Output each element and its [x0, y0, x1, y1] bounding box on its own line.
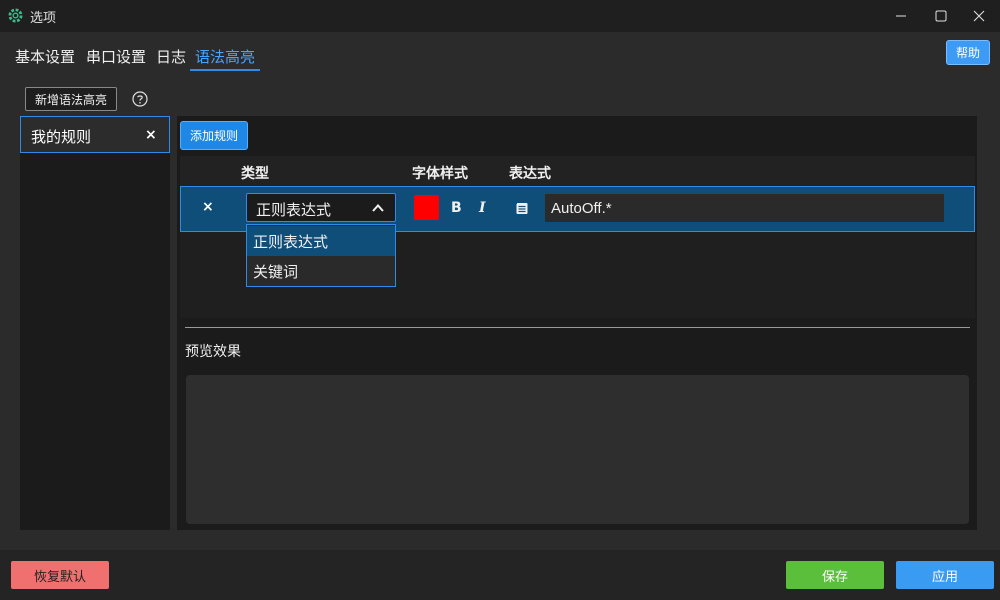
tab-syntax-highlight[interactable]: 语法高亮	[195, 46, 255, 67]
tab-log[interactable]: 日志	[156, 46, 186, 67]
minimize-icon	[896, 15, 906, 17]
preview-area	[186, 375, 969, 524]
title-bar: 选项	[0, 0, 1000, 32]
remove-highlight-set-button[interactable]: ×	[145, 127, 157, 143]
chevron-up-icon	[372, 204, 384, 212]
tab-basic-settings[interactable]: 基本设置	[15, 46, 75, 67]
expression-input[interactable]	[545, 194, 944, 222]
gear-icon	[8, 8, 23, 23]
add-rule-button[interactable]: 添加规则	[180, 121, 248, 150]
divider	[185, 327, 970, 328]
dropdown-option-regex[interactable]: 正则表达式	[247, 226, 395, 256]
apply-button[interactable]: 应用	[896, 561, 994, 589]
document-icon[interactable]	[514, 201, 530, 216]
question-icon[interactable]	[132, 91, 148, 107]
maximize-icon	[935, 10, 947, 22]
column-header-type: 类型	[241, 166, 269, 182]
active-tab-indicator	[190, 69, 260, 71]
save-button[interactable]: 保存	[786, 561, 884, 589]
highlight-set-label: 我的规则	[31, 128, 92, 146]
delete-rule-button[interactable]: ×	[202, 199, 214, 215]
restore-defaults-button[interactable]: 恢复默认	[11, 561, 109, 589]
column-header-font-style: 字体样式	[412, 166, 468, 182]
rules-table-header	[180, 156, 975, 186]
font-color-swatch[interactable]	[414, 195, 439, 220]
close-icon	[973, 10, 985, 22]
highlight-set-list	[20, 116, 170, 530]
rule-type-value: 正则表达式	[256, 201, 332, 219]
rule-type-select[interactable]: 正则表达式	[246, 193, 396, 222]
column-header-expression: 表达式	[509, 166, 551, 182]
dropdown-option-keyword[interactable]: 关键词	[247, 256, 395, 286]
help-button[interactable]: 帮助	[946, 40, 990, 65]
tab-serial-settings[interactable]: 串口设置	[86, 46, 146, 67]
add-syntax-highlight-button[interactable]: 新增语法高亮	[25, 87, 117, 111]
highlight-set-item[interactable]: 我的规则 ×	[20, 116, 170, 153]
close-window-button[interactable]	[956, 0, 1000, 32]
bold-toggle[interactable]: B	[451, 200, 462, 216]
preview-label: 预览效果	[185, 344, 241, 360]
window-title: 选项	[30, 11, 57, 26]
italic-toggle[interactable]: I	[479, 200, 486, 216]
rule-type-dropdown: 正则表达式 关键词	[246, 224, 396, 287]
